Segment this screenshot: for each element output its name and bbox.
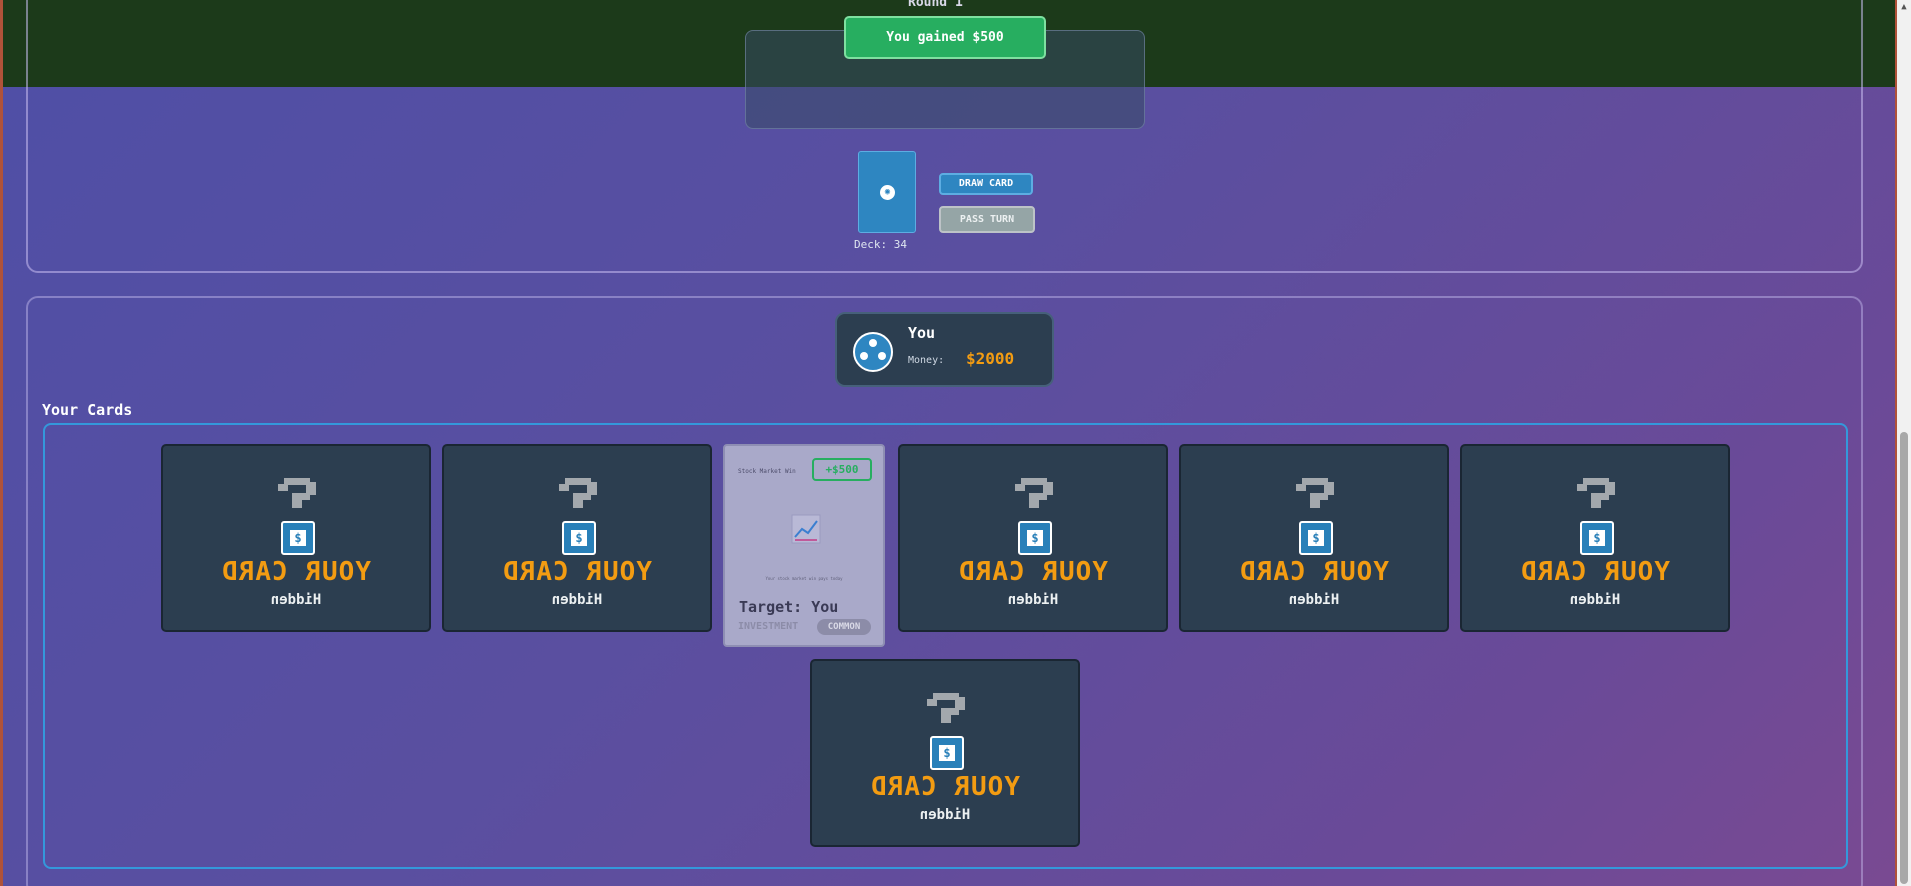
hidden-card[interactable]: $ YOUR CARD Hidden <box>898 444 1168 632</box>
card-status: Hidden <box>1569 592 1621 608</box>
card-status: Hidden <box>551 592 603 608</box>
scroll-up-icon[interactable]: ▲ <box>1899 2 1909 12</box>
scrollbar-thumb[interactable] <box>1900 432 1908 884</box>
notification-toast: You gained $500 <box>844 16 1046 59</box>
question-mark-icon <box>927 693 965 723</box>
dollar-icon: $ <box>281 521 315 555</box>
card-status: Hidden <box>1007 592 1059 608</box>
card-status: Hidden <box>1288 592 1340 608</box>
pass-turn-button[interactable]: PASS TURN <box>939 206 1035 233</box>
question-mark-icon <box>559 478 597 508</box>
hidden-card[interactable]: $ YOUR CARD Hidden <box>810 659 1080 847</box>
card-target: Target: You <box>739 598 839 616</box>
dollar-icon: $ <box>1299 521 1333 555</box>
hidden-card[interactable]: $ YOUR CARD Hidden <box>161 444 431 632</box>
card-title: YOUR CARD <box>1239 557 1389 587</box>
card-title: YOUR CARD <box>221 557 371 587</box>
chart-line-icon <box>791 514 821 544</box>
card-name: Stock Market Win <box>738 468 796 475</box>
card-description: Your stock market win pays today <box>765 576 843 581</box>
round-label: Round 1 <box>908 0 963 10</box>
card-title: YOUR CARD <box>502 557 652 587</box>
player-info: You Money: $2000 <box>835 312 1054 387</box>
window-left-edge <box>0 0 3 886</box>
card-rarity-badge: COMMON <box>817 619 871 635</box>
question-mark-icon <box>1296 478 1334 508</box>
card-status: Hidden <box>919 807 971 823</box>
card-title: YOUR CARD <box>958 557 1108 587</box>
deck-count: Deck: 34 <box>854 238 907 251</box>
card-type: INVESTMENT <box>738 621 799 632</box>
money-label: Money: <box>908 355 945 366</box>
avatar-icon <box>853 332 893 372</box>
question-mark-icon <box>1577 478 1615 508</box>
card-title: YOUR CARD <box>1520 557 1670 587</box>
player-name: You <box>908 324 936 342</box>
dollar-icon: $ <box>1018 521 1052 555</box>
question-mark-icon <box>1015 478 1053 508</box>
dollar-icon: $ <box>930 736 964 770</box>
hidden-card[interactable]: $ YOUR CARD Hidden <box>1460 444 1730 632</box>
hidden-card[interactable]: $ YOUR CARD Hidden <box>442 444 712 632</box>
money-value: $2000 <box>966 349 1015 368</box>
hidden-card[interactable]: $ YOUR CARD Hidden <box>1179 444 1449 632</box>
card-title: YOUR CARD <box>870 772 1020 802</box>
globe-icon: ◉ <box>880 185 895 200</box>
card-cost-badge: +$500 <box>812 458 872 481</box>
hand-title: Your Cards <box>42 401 133 419</box>
dollar-icon: $ <box>562 521 596 555</box>
dollar-icon: $ <box>1580 521 1614 555</box>
card-status: Hidden <box>270 592 322 608</box>
draw-card-button[interactable]: DRAW CARD <box>939 173 1033 195</box>
deck-card[interactable]: ◉ <box>858 151 916 233</box>
investment-card[interactable]: Stock Market Win +$500 Your stock market… <box>723 444 885 647</box>
question-mark-icon <box>278 478 316 508</box>
